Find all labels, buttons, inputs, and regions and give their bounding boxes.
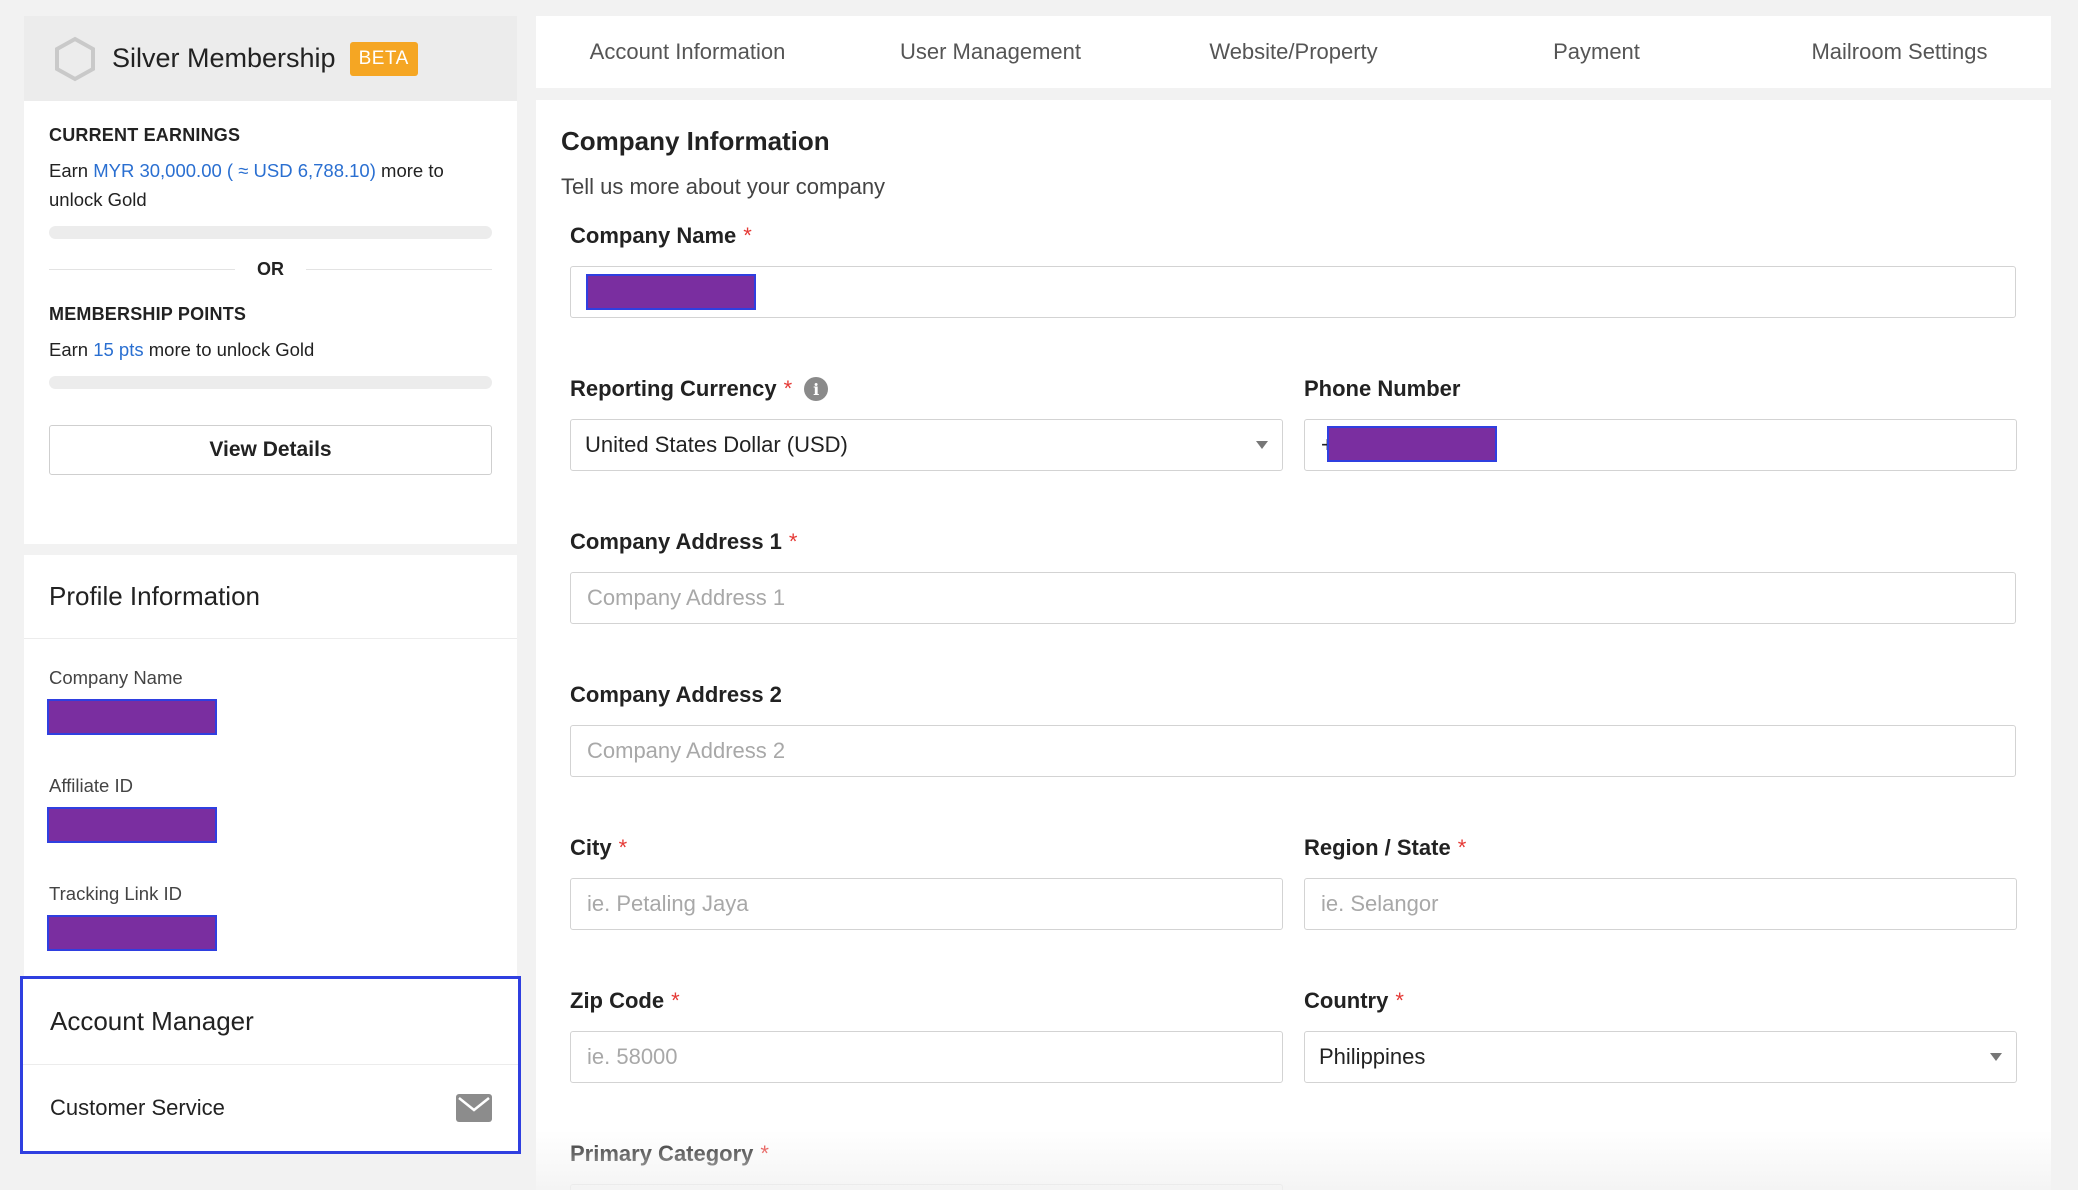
profile-body: Company Name Affiliate ID Tracking Link …: [24, 639, 517, 951]
address1-label-text: Company Address 1: [570, 529, 782, 554]
region-input[interactable]: [1304, 878, 2017, 930]
tab-user-management[interactable]: User Management: [839, 16, 1142, 88]
current-earnings-title: CURRENT EARNINGS: [49, 125, 241, 145]
region-field: Region / State *: [1304, 835, 1466, 861]
country-label: Country *: [1304, 988, 1404, 1014]
sidebar: Silver Membership BETA CURRENT EARNINGS …: [20, 16, 521, 1154]
membership-title: Silver Membership: [112, 43, 336, 73]
primary-category-field: Primary Category *: [570, 1141, 769, 1167]
divider-line: [49, 269, 235, 270]
zip-label-text: Zip Code: [570, 988, 665, 1013]
points-suffix: more to unlock Gold: [143, 339, 315, 360]
or-divider: OR: [49, 259, 492, 280]
earnings-prefix: Earn: [49, 160, 94, 181]
membership-points-title: MEMBERSHIP POINTS: [49, 304, 247, 324]
country-label-text: Country: [1304, 988, 1389, 1013]
chevron-down-icon: [1256, 441, 1268, 449]
membership-header: Silver Membership BETA: [24, 16, 517, 101]
company-name-label-text: Company Name: [570, 223, 737, 248]
city-field: City *: [570, 835, 627, 861]
tab-account-information[interactable]: Account Information: [536, 16, 839, 88]
address2-input[interactable]: [570, 725, 2016, 777]
reporting-currency-select[interactable]: United States Dollar (USD): [570, 419, 1283, 471]
tab-mailroom-settings[interactable]: Mailroom Settings: [1748, 16, 2051, 88]
tab-payment[interactable]: Payment: [1445, 16, 1748, 88]
city-label-text: City: [570, 835, 612, 860]
tab-bar: Account Information User Management Webs…: [536, 16, 2051, 88]
phone-number-redacted: [1327, 426, 1497, 462]
reporting-currency-label-text: Reporting Currency: [570, 376, 777, 401]
earnings-text: Earn MYR 30,000.00 ( ≈ USD 6,788.10) mor…: [49, 156, 492, 214]
company-name-input[interactable]: [570, 266, 2016, 318]
points-amount-link[interactable]: 15 pts: [93, 339, 143, 360]
or-label: OR: [257, 259, 284, 279]
membership-hexagon-icon: [52, 36, 98, 82]
required-mark: *: [760, 1141, 769, 1166]
primary-category-label: Primary Category *: [570, 1141, 769, 1167]
required-mark: *: [1457, 835, 1467, 860]
info-icon[interactable]: i: [804, 377, 829, 401]
address1-input[interactable]: [570, 572, 2016, 624]
company-name-field: Company Name *: [570, 223, 752, 249]
required-mark: *: [743, 223, 752, 248]
panel-subtitle: Tell us more about your company: [561, 174, 886, 199]
tracking-link-redacted: [47, 915, 217, 951]
company-name-redacted: [47, 699, 217, 735]
account-manager-title: Account Manager: [23, 979, 518, 1065]
earnings-progress-bar: [49, 226, 492, 239]
required-mark: *: [1395, 988, 1404, 1013]
points-text: Earn 15 pts more to unlock Gold: [49, 335, 492, 364]
required-mark: *: [788, 529, 798, 554]
beta-badge: BETA: [349, 41, 418, 76]
reporting-currency-field: Reporting Currency * i: [570, 376, 829, 402]
profile-card: Profile Information Company Name Affilia…: [24, 555, 517, 983]
country-value: Philippines: [1319, 1044, 1426, 1069]
required-mark: *: [783, 376, 793, 401]
required-mark: *: [671, 988, 680, 1013]
divider-line: [306, 269, 492, 270]
profile-title: Profile Information: [24, 555, 517, 639]
zip-input[interactable]: [570, 1031, 1283, 1083]
primary-category-label-text: Primary Category: [570, 1141, 754, 1166]
affiliate-id-redacted: [47, 807, 217, 843]
company-name-label: Company Name: [49, 667, 183, 688]
company-name-label: Company Name *: [570, 223, 752, 249]
phone-number-label-text: Phone Number: [1304, 376, 1461, 401]
region-label-text: Region / State: [1304, 835, 1451, 860]
chevron-down-icon: [1990, 1053, 2002, 1061]
account-manager-card: Account Manager Customer Service: [20, 976, 521, 1154]
primary-category-select[interactable]: [570, 1184, 1283, 1190]
zip-field: Zip Code *: [570, 988, 680, 1014]
reporting-currency-value: United States Dollar (USD): [585, 432, 848, 457]
view-details-button[interactable]: View Details: [49, 425, 492, 475]
earnings-card: CURRENT EARNINGS Earn MYR 30,000.00 ( ≈ …: [24, 101, 517, 544]
company-name-redacted: [586, 274, 756, 310]
city-input[interactable]: [570, 878, 1283, 930]
phone-number-field: Phone Number: [1304, 376, 1460, 402]
customer-service-label: Customer Service: [50, 1095, 225, 1120]
phone-number-label: Phone Number: [1304, 376, 1460, 402]
address1-field: Company Address 1 *: [570, 529, 797, 555]
region-label: Region / State *: [1304, 835, 1466, 861]
address2-label-text: Company Address 2: [570, 682, 782, 707]
tracking-link-label: Tracking Link ID: [49, 883, 182, 904]
mail-icon[interactable]: [456, 1094, 492, 1122]
country-field: Country *: [1304, 988, 1404, 1014]
city-label: City *: [570, 835, 627, 861]
address1-label: Company Address 1 *: [570, 529, 797, 555]
earnings-amount-link[interactable]: MYR 30,000.00 ( ≈ USD 6,788.10): [93, 160, 376, 181]
affiliate-id-label: Affiliate ID: [49, 775, 133, 796]
country-select[interactable]: Philippines: [1304, 1031, 2017, 1083]
address2-label: Company Address 2: [570, 682, 782, 708]
panel-title: Company Information: [561, 126, 830, 156]
reporting-currency-label: Reporting Currency * i: [570, 376, 829, 402]
points-prefix: Earn: [49, 339, 94, 360]
customer-service-row[interactable]: Customer Service: [23, 1065, 518, 1151]
company-info-panel: Company Information Tell us more about y…: [536, 100, 2051, 1190]
tab-website-property[interactable]: Website/Property: [1142, 16, 1445, 88]
required-mark: *: [618, 835, 628, 860]
zip-label: Zip Code *: [570, 988, 680, 1014]
points-progress-bar: [49, 376, 492, 389]
address2-field: Company Address 2: [570, 682, 782, 708]
